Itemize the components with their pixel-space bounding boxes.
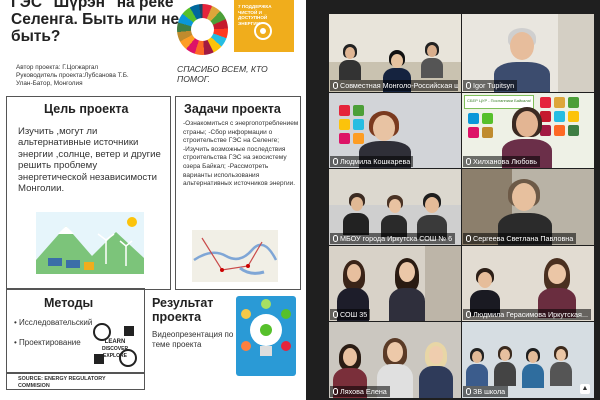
mic-icon bbox=[333, 82, 338, 89]
participant-name: Людмила Кошкарева bbox=[330, 156, 414, 167]
participant-name-text: Совместная Монголо-Российская ш... bbox=[340, 81, 458, 90]
method-design: • Проектирование bbox=[14, 338, 81, 347]
thanks-text: СПАСИБО ВСЕМ, КТО ПОМОГ. bbox=[177, 64, 268, 84]
participant-tile[interactable]: СБЕР ЦУР - Посланники Байкала! Хилханова… bbox=[462, 93, 594, 168]
participant-name-text: СОШ 35 bbox=[340, 310, 368, 319]
svg-text:EXPLORE: EXPLORE bbox=[103, 353, 128, 359]
lightbulb-eco-illustration bbox=[236, 296, 296, 376]
sdg-wheel-logo bbox=[177, 4, 228, 55]
selenga-map-illustration bbox=[192, 230, 278, 282]
tasks-title: Задачи проекта bbox=[184, 102, 281, 116]
participant-tile[interactable]: ЗВ школа ▲ bbox=[462, 322, 594, 398]
goal-title: Цель проекта bbox=[44, 102, 129, 116]
location-line: Улан-Батор, Монголия bbox=[16, 80, 83, 87]
participant-name-text: Хилханова Любовь bbox=[473, 157, 537, 166]
svg-text:LEARN: LEARN bbox=[105, 339, 126, 345]
participant-name-text: ЗВ школа bbox=[473, 387, 506, 396]
participant-tile[interactable]: Ляхова Елена bbox=[329, 322, 461, 398]
participant-name: Совместная Монголо-Российская ш... bbox=[330, 80, 458, 91]
participant-name-text: Ляхова Елена bbox=[340, 387, 387, 396]
participant-name-text: Igor Tupitsyn bbox=[473, 81, 515, 90]
participant-tile[interactable]: СОШ 35 bbox=[329, 246, 461, 321]
mic-icon bbox=[466, 311, 471, 318]
result-title: Результат проекта bbox=[152, 296, 214, 324]
participant-tile[interactable]: Igor Tupitsyn bbox=[462, 14, 594, 92]
participant-name: МБОУ города Иркутска СОШ № 6 bbox=[330, 233, 456, 244]
author-line: Автор проекта: Г.Цогжаргал bbox=[16, 64, 99, 71]
source-text: SOURCE: ENERGY REGULATORY COMMISION bbox=[18, 376, 106, 389]
sdg7-energy-badge: 7 ПОДДЕРЖКА ЧИСТОЙ И ДОСТУПНОЙ ЭНЕРГИИ bbox=[234, 0, 294, 52]
participant-name: Людмила Герасимова Иркутская... bbox=[463, 309, 591, 320]
participant-tile[interactable]: Сергеева Светлана Павловна bbox=[462, 169, 594, 245]
renewable-energy-illustration bbox=[36, 212, 144, 274]
mic-icon bbox=[466, 158, 471, 165]
participant-name: Сергеева Светлана Павловна bbox=[463, 233, 577, 244]
sun-icon bbox=[254, 22, 272, 40]
author-block: Автор проекта: Г.Цогжаргал Руководитель … bbox=[16, 64, 176, 88]
svg-text:DISCOVER: DISCOVER bbox=[102, 346, 129, 352]
mic-icon bbox=[333, 388, 338, 395]
mic-icon bbox=[466, 82, 471, 89]
participant-name: ЗВ школа bbox=[463, 386, 509, 397]
participant-tile[interactable]: Совместная Монголо-Российская ш... bbox=[329, 14, 461, 92]
mic-icon bbox=[466, 235, 471, 242]
sdg-wall-poster bbox=[466, 111, 506, 151]
participant-name-text: Людмила Герасимова Иркутская... bbox=[473, 310, 588, 319]
mic-icon bbox=[333, 311, 338, 318]
mic-icon bbox=[333, 158, 338, 165]
participant-name: Igor Tupitsyn bbox=[463, 80, 518, 91]
mic-icon bbox=[466, 388, 471, 395]
methods-title: Методы bbox=[44, 296, 94, 310]
participant-name: Хилханова Любовь bbox=[463, 156, 540, 167]
participant-tile[interactable]: МБОУ города Иркутска СОШ № 6 bbox=[329, 169, 461, 245]
goal-text: Изучить ,могут ли альтернативные источни… bbox=[18, 126, 161, 195]
participant-name-text: МБОУ города Иркутска СОШ № 6 bbox=[340, 234, 453, 243]
method-design-label: Проектирование bbox=[19, 338, 81, 347]
shared-presentation-slide: ГЭС "Шүрэн" на реке Селенга. Быть или не… bbox=[0, 0, 306, 400]
slide-title: ГЭС "Шүрэн" на реке Селенга. Быть или не… bbox=[11, 0, 180, 45]
divider bbox=[6, 372, 145, 374]
method-research: • Исследовательский bbox=[14, 318, 93, 327]
tasks-text: -Ознакомиться с энергопотреблением стран… bbox=[183, 120, 299, 188]
mic-icon bbox=[333, 235, 338, 242]
supervisor-line: Руководитель проекта:Лубсанова Т.Б. bbox=[16, 72, 129, 79]
result-text: Видеопрезентация по теме проекта bbox=[152, 330, 234, 349]
participant-name: СОШ 35 bbox=[330, 309, 371, 320]
method-research-label: Исследовательский bbox=[19, 318, 93, 327]
participant-name-text: Людмила Кошкарева bbox=[340, 157, 411, 166]
conference-screen: ГЭС "Шүрэн" на реке Селенга. Быть или не… bbox=[0, 0, 600, 400]
scroll-up-icon[interactable]: ▲ bbox=[580, 384, 590, 394]
participant-name: Ляхова Елена bbox=[330, 386, 390, 397]
participant-tile[interactable]: Людмила Кошкарева bbox=[329, 93, 461, 168]
learn-discover-explore-icon: LEARN DISCOVER EXPLORE bbox=[93, 323, 137, 367]
participant-name-text: Сергеева Светлана Павловна bbox=[473, 234, 574, 243]
participant-tile[interactable]: Людмила Герасимова Иркутская... bbox=[462, 246, 594, 321]
